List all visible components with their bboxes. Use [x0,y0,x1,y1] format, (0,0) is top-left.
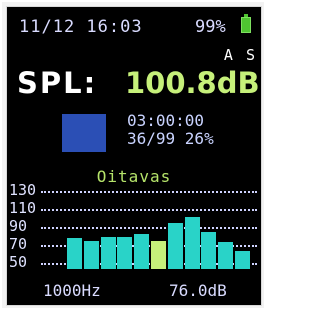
octave-bar [117,236,133,269]
y-tick-label: 70 [9,235,28,253]
selected-frequency: 1000Hz [43,281,101,300]
y-tick-label: 110 [9,199,37,217]
octave-bar [218,242,234,269]
y-tick-label: 130 [9,181,37,199]
device-screen: 11/12 16:03 99% A S SPL: 100.8dB 03:00:0… [6,6,262,306]
selected-level: 76.0dB [169,281,227,300]
octave-bar [83,241,99,269]
octave-bar [167,222,183,269]
y-tick-label: 90 [9,217,28,235]
octave-bar [67,237,82,269]
octave-bar [100,236,116,269]
octave-bar [201,231,217,269]
octave-band-chart: 130 110 90 70 50 [7,7,261,305]
grid-line [41,209,257,211]
y-tick-label: 50 [9,253,28,271]
grid-line [41,191,257,193]
grid-line [41,227,257,229]
octave-bar [235,251,250,269]
octave-bar [134,234,150,269]
octave-bar [184,217,200,269]
octave-bar-selected [151,241,166,269]
